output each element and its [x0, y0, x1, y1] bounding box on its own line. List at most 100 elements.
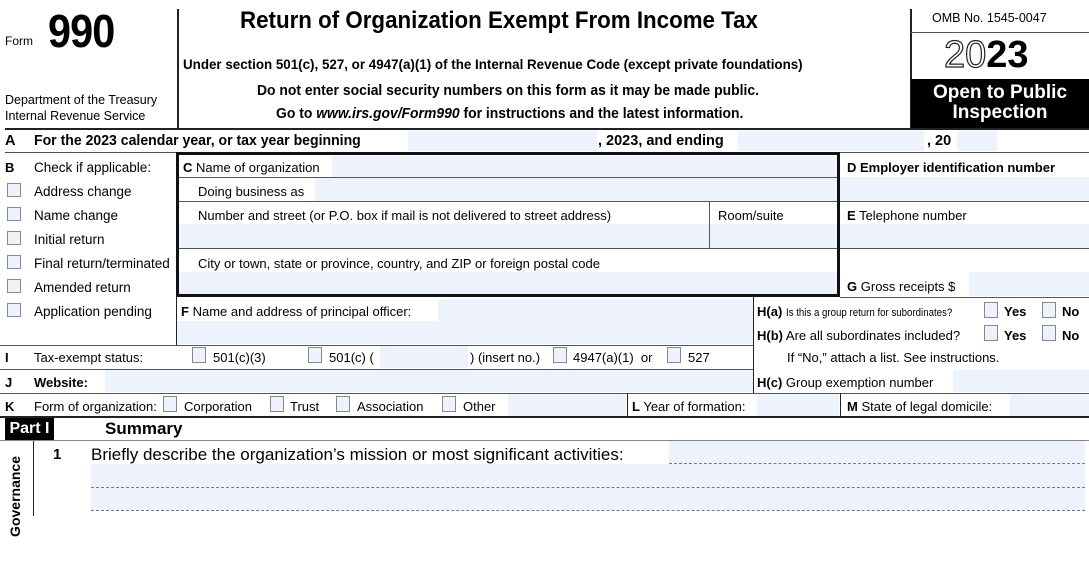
gross-receipts-input[interactable] [969, 272, 1089, 296]
501c3-label: 501(c)(3) [213, 350, 266, 365]
rule [840, 248, 1089, 249]
501c-checkbox[interactable] [308, 347, 322, 363]
line-j-letter: J [5, 375, 13, 390]
dba-label: Doing business as [198, 184, 305, 199]
final-return-checkbox[interactable] [7, 255, 21, 269]
hb-yes-checkbox[interactable] [984, 325, 998, 341]
address-change-label: Address change [34, 184, 132, 199]
form-title: Return of Organization Exempt From Incom… [240, 7, 758, 34]
rule [840, 393, 841, 417]
group-exemption-input[interactable] [953, 370, 1089, 392]
website-input[interactable] [105, 370, 753, 392]
rule [0, 416, 1089, 418]
trust-checkbox[interactable] [270, 396, 284, 412]
rule [627, 393, 628, 417]
501c-label: 501(c) ( [329, 350, 374, 365]
line-a-end: , 20 [927, 133, 952, 149]
open-to-public-badge: Open to Public Inspection [911, 79, 1089, 128]
form-word: Form [5, 34, 33, 48]
rule [840, 297, 1089, 298]
line-k-letter: K [5, 399, 15, 414]
final-return-label: Final return/terminated [34, 256, 170, 271]
corporation-label: Corporation [184, 399, 252, 414]
irs-link[interactable]: www.irs.gov/Form990 [316, 106, 459, 122]
rule [179, 201, 837, 202]
other-org-input[interactable] [508, 394, 626, 416]
association-label: Association [357, 399, 424, 414]
principal-officer-label: F Name and address of principal officer: [181, 304, 412, 319]
header-bottom-rule [5, 128, 1089, 130]
rule [0, 345, 753, 346]
state-domicile-input[interactable] [1010, 394, 1089, 416]
mission-input-line2[interactable] [91, 464, 1085, 487]
ha-no-label: No [1062, 304, 1080, 319]
part-1-badge: Part I [5, 418, 54, 440]
tax-year-end-yy-input[interactable] [957, 131, 997, 151]
ha-question: H(a) Is this a group return for subordin… [757, 304, 953, 319]
501c3-checkbox[interactable] [192, 347, 206, 363]
other-checkbox[interactable] [442, 396, 456, 412]
year-formation-input[interactable] [757, 394, 839, 416]
address-change-checkbox[interactable] [7, 183, 21, 197]
association-checkbox[interactable] [336, 396, 350, 412]
hb-no-checkbox[interactable] [1042, 325, 1056, 341]
rule [179, 248, 837, 249]
ein-label: D Employer identification number [847, 160, 1056, 175]
room-label: Room/suite [718, 208, 784, 223]
amended-return-label: Amended return [34, 280, 131, 295]
4947-checkbox[interactable] [553, 347, 567, 363]
department-label: Department of the Treasury [5, 93, 158, 107]
dash [91, 510, 1085, 511]
phone-input[interactable] [840, 224, 1089, 248]
year-formation-label: L Year of formation: [632, 399, 746, 414]
omb-number: OMB No. 1545-0047 [932, 11, 1047, 25]
ha-no-checkbox[interactable] [1042, 302, 1056, 318]
org-name-label: C Name of organization [183, 160, 320, 175]
omb-divider [911, 32, 1089, 33]
form-number: 990 [48, 5, 115, 57]
tax-exempt-label: Tax-exempt status: [34, 350, 144, 365]
phone-label: E Telephone number [847, 208, 967, 223]
4947-label: 4947(a)(1) or [573, 350, 653, 365]
principal-officer-input[interactable] [438, 299, 753, 321]
section-b-letter: B [5, 160, 15, 175]
service-label: Internal Revenue Service [5, 109, 146, 123]
line-a-label: For the 2023 calendar year, or tax year … [34, 133, 361, 149]
room-input[interactable] [710, 224, 837, 248]
mission-input-line1[interactable] [669, 441, 1085, 463]
side-divider [33, 441, 34, 516]
form-subtitle: Under section 501(c), 527, or 4947(a)(1)… [183, 56, 803, 72]
line-a-mid: , 2023, and ending [598, 133, 724, 149]
city-input[interactable] [179, 272, 837, 294]
name-change-label: Name change [34, 208, 119, 223]
ha-yes-checkbox[interactable] [984, 302, 998, 318]
street-input[interactable] [179, 224, 709, 248]
org-name-input[interactable] [332, 156, 837, 177]
tax-year: 2023 [943, 34, 1029, 76]
instructions-notice: Go to www.irs.gov/Form990 for instructio… [276, 106, 744, 122]
governance-side-label-wrap: Governance [4, 456, 28, 576]
amended-return-checkbox[interactable] [7, 279, 21, 293]
header-divider-left [177, 9, 179, 129]
mission-input-line3[interactable] [91, 488, 1085, 510]
501c-insert-input[interactable] [380, 346, 468, 368]
principal-officer-input-line2[interactable] [177, 321, 753, 344]
tax-year-begin-input[interactable] [408, 131, 597, 151]
application-pending-label: Application pending [34, 304, 152, 319]
initial-return-checkbox[interactable] [7, 231, 21, 245]
application-pending-checkbox[interactable] [7, 303, 21, 317]
insert-no-label: ) (insert no.) [470, 350, 541, 365]
form-of-org-label: Form of organization: [34, 399, 157, 414]
hb-no-label: No [1062, 328, 1080, 343]
tax-year-end-input[interactable] [738, 131, 924, 151]
part-1-title: Summary [105, 419, 183, 438]
dba-input[interactable] [315, 178, 837, 201]
ein-input[interactable] [840, 177, 1089, 201]
corporation-checkbox[interactable] [163, 396, 177, 412]
line-i-letter: I [5, 350, 9, 365]
ha-yes-label: Yes [1004, 304, 1027, 319]
name-change-checkbox[interactable] [7, 207, 21, 221]
527-checkbox[interactable] [667, 347, 681, 363]
hb-question: H(b) Are all subordinates included? [757, 328, 961, 343]
trust-label: Trust [290, 399, 320, 414]
